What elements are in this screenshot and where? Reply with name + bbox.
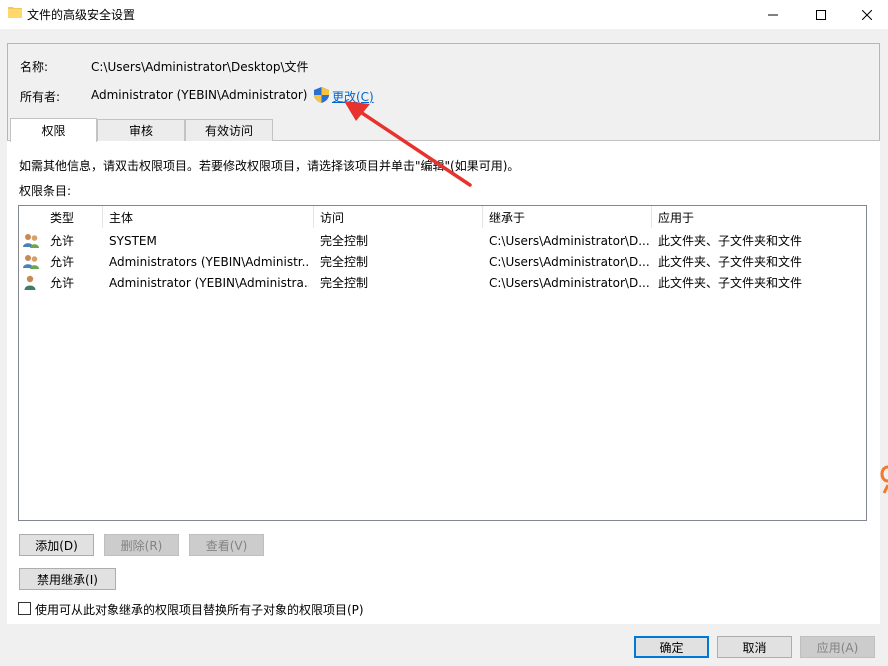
tab-effective-access[interactable]: 有效访问 (185, 119, 273, 141)
row-applies-to: 此文件夹、子文件夹和文件 (658, 276, 803, 290)
name-value: C:\Users\Administrator\Desktop\文件 (91, 60, 309, 74)
tab-permissions[interactable]: 权限 (10, 118, 97, 142)
table-row[interactable]: 允许 Administrator (YEBIN\Administra... 完全… (19, 272, 866, 293)
column-header-applies-to[interactable]: 应用于 (652, 206, 866, 228)
view-button[interactable]: 查看(V) (189, 534, 264, 556)
column-header-access[interactable]: 访问 (314, 206, 483, 228)
folder-icon (8, 7, 22, 18)
minimize-button[interactable] (750, 0, 796, 29)
row-principal: Administrator (YEBIN\Administra... (109, 275, 309, 290)
entries-label: 权限条目: (19, 184, 72, 198)
maximize-icon (816, 9, 826, 20)
row-applies-to: 此文件夹、子文件夹和文件 (658, 234, 803, 248)
row-access: 完全控制 (320, 234, 369, 248)
column-header-principal[interactable]: 主体 (103, 206, 314, 228)
user-group-icon (23, 234, 39, 248)
row-type: 允许 (50, 276, 75, 290)
window-title: 文件的高级安全设置 (27, 8, 136, 22)
column-header-inherited-from[interactable]: 继承于 (483, 206, 652, 228)
row-access: 完全控制 (320, 255, 369, 269)
close-button[interactable] (844, 0, 888, 29)
row-type: 允许 (50, 234, 75, 248)
edge-decoration-icon (880, 465, 888, 494)
cancel-button[interactable]: 取消 (717, 636, 792, 658)
name-label: 名称: (20, 60, 49, 74)
uac-shield-icon (314, 87, 329, 103)
row-inherited-from: C:\Users\Administrator\D... (489, 275, 649, 290)
owner-value: Administrator (YEBIN\Administrator) (91, 88, 308, 102)
remove-button[interactable]: 删除(R) (104, 534, 179, 556)
row-inherited-from: C:\Users\Administrator\D... (489, 233, 649, 248)
annotation-arrow-icon (344, 101, 472, 187)
user-icon (24, 275, 36, 290)
apply-button[interactable]: 应用(A) (800, 636, 875, 658)
replace-child-permissions-checkbox[interactable] (18, 602, 31, 615)
row-access: 完全控制 (320, 276, 369, 290)
title-bar: 文件的高级安全设置 (0, 0, 888, 29)
row-principal: SYSTEM (109, 233, 157, 248)
close-icon (862, 9, 872, 20)
ok-button[interactable]: 确定 (634, 636, 709, 658)
maximize-button[interactable] (798, 0, 844, 29)
row-principal: Administrators (YEBIN\Administr... (109, 254, 309, 269)
table-row[interactable]: 允许 Administrators (YEBIN\Administr... 完全… (19, 251, 866, 272)
minimize-icon (768, 14, 778, 15)
user-group-icon (23, 255, 39, 269)
row-type: 允许 (50, 255, 75, 269)
replace-child-permissions-label: 使用可从此对象继承的权限项目替换所有子对象的权限项目(P) (35, 603, 364, 617)
owner-label: 所有者: (20, 90, 61, 104)
permission-entries-list[interactable]: 类型 主体 访问 继承于 应用于 允许 SYSTEM 完全控制 C:\Users… (18, 205, 867, 521)
table-row[interactable]: 允许 SYSTEM 完全控制 C:\Users\Administrator\D.… (19, 230, 866, 251)
add-button[interactable]: 添加(D) (19, 534, 94, 556)
row-applies-to: 此文件夹、子文件夹和文件 (658, 255, 803, 269)
column-header-type[interactable]: 类型 (44, 206, 103, 228)
row-inherited-from: C:\Users\Administrator\D... (489, 254, 649, 269)
tab-auditing[interactable]: 审核 (97, 119, 185, 141)
disable-inheritance-button[interactable]: 禁用继承(I) (19, 568, 116, 590)
